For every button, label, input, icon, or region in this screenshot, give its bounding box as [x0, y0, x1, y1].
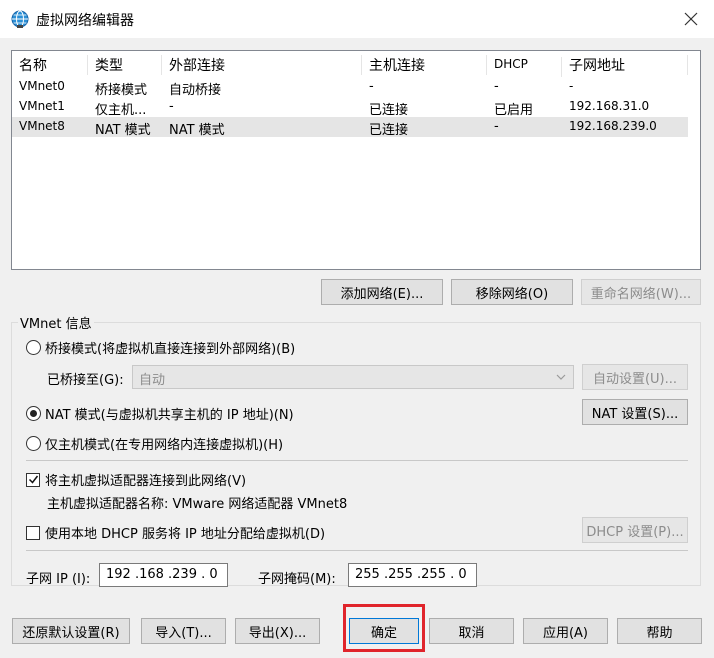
- adapter-name-text: 主机虚拟适配器名称: VMware 网络适配器 VMnet8: [47, 497, 348, 512]
- globe-network-icon: [10, 9, 30, 29]
- column-header-dhcp[interactable]: DHCP: [487, 57, 562, 77]
- cell-external: -: [169, 99, 174, 114]
- dhcp-label: 使用本地 DHCP 服务将 IP 地址分配给虚拟机(D): [45, 527, 326, 542]
- radio-indicator: [26, 436, 41, 451]
- radio-indicator: [26, 340, 41, 355]
- table-row-selected[interactable]: VMnet8 NAT 模式 NAT 模式 已连接 - 192.168.239.0: [12, 117, 688, 138]
- cell-name: VMnet0: [19, 79, 65, 93]
- subnet-mask-label: 子网掩码(M):: [258, 572, 336, 587]
- cell-name: VMnet1: [19, 99, 65, 113]
- host-only-radio[interactable]: 仅主机模式(在专用网络内连接虚拟机)(H): [26, 434, 283, 453]
- cell-name: VMnet8: [19, 119, 65, 133]
- bridged-mode-label: 桥接模式(将虚拟机直接连接到外部网络)(B): [45, 342, 296, 357]
- radio-indicator-selected: [26, 406, 41, 421]
- cell-dhcp: -: [494, 79, 499, 94]
- table-row[interactable]: VMnet0 桥接模式 自动桥接 - - -: [12, 77, 688, 98]
- subnet-mask-input[interactable]: 255 .255 .255 . 0: [348, 563, 477, 587]
- export-button[interactable]: 导出(X)...: [235, 618, 320, 644]
- nat-mode-radio[interactable]: NAT 模式(与虚拟机共享主机的 IP 地址)(N): [26, 404, 294, 423]
- rename-network-button[interactable]: 重命名网络(W)...: [581, 279, 701, 305]
- cell-subnet: 192.168.31.0: [569, 99, 650, 113]
- auto-settings-button[interactable]: 自动设置(U)...: [582, 364, 688, 390]
- column-header-host[interactable]: 主机连接: [362, 55, 487, 75]
- cell-host: -: [369, 79, 374, 94]
- help-button[interactable]: 帮助: [617, 618, 702, 644]
- connect-adapter-label: 将主机虚拟适配器连接到此网络(V): [45, 474, 247, 489]
- window-title: 虚拟网络编辑器: [36, 13, 134, 29]
- cell-host: 已连接: [369, 103, 409, 118]
- vmnet-info-label: VMnet 信息: [18, 313, 94, 332]
- column-header-name[interactable]: 名称: [12, 55, 88, 75]
- list-header: 名称 类型 外部连接 主机连接 DHCP 子网地址: [12, 51, 700, 77]
- connect-adapter-checkbox[interactable]: 将主机虚拟适配器连接到此网络(V): [26, 470, 246, 489]
- import-button[interactable]: 导入(T)...: [141, 618, 226, 644]
- bridged-to-label: 已桥接至(G):: [47, 373, 124, 388]
- bridged-to-value: 自动: [139, 373, 166, 388]
- cancel-button[interactable]: 取消: [429, 618, 514, 644]
- apply-button[interactable]: 应用(A): [523, 618, 608, 644]
- cell-type: 仅主机...: [95, 103, 147, 118]
- cell-dhcp: 已启用: [494, 103, 534, 118]
- cell-external: 自动桥接: [169, 83, 222, 98]
- vmnet-info-group: [11, 322, 701, 586]
- cell-type: NAT 模式: [95, 123, 151, 138]
- bridged-to-select[interactable]: 自动: [132, 365, 574, 389]
- remove-network-button[interactable]: 移除网络(O): [451, 279, 573, 305]
- cell-host: 已连接: [369, 123, 409, 138]
- table-row[interactable]: VMnet1 仅主机... - 已连接 已启用 192.168.31.0: [12, 97, 688, 118]
- subnet-ip-input[interactable]: 192 .168 .239 . 0: [99, 563, 228, 587]
- checkbox-indicator: [26, 525, 40, 540]
- network-list[interactable]: 名称 类型 外部连接 主机连接 DHCP 子网地址 VMnet0 桥接模式 自动…: [11, 50, 701, 270]
- restore-defaults-button[interactable]: 还原默认设置(R): [12, 618, 130, 644]
- checkbox-indicator: [26, 472, 40, 487]
- cell-subnet: 192.168.239.0: [569, 119, 657, 133]
- cell-external: NAT 模式: [169, 123, 225, 138]
- dhcp-settings-button[interactable]: DHCP 设置(P)...: [582, 517, 688, 543]
- ok-button-highlight: [343, 604, 425, 652]
- close-button[interactable]: [678, 6, 704, 32]
- subnet-ip-label: 子网 IP (I):: [26, 572, 91, 587]
- title-bar: 虚拟网络编辑器: [0, 0, 714, 38]
- nat-settings-button[interactable]: NAT 设置(S)...: [582, 399, 688, 425]
- bridged-mode-radio[interactable]: 桥接模式(将虚拟机直接连接到外部网络)(B): [26, 338, 295, 357]
- divider: [26, 460, 688, 461]
- column-header-type[interactable]: 类型: [88, 55, 162, 75]
- cell-type: 桥接模式: [95, 83, 148, 98]
- cell-subnet: -: [569, 79, 574, 93]
- column-header-external[interactable]: 外部连接: [162, 55, 362, 75]
- dhcp-checkbox[interactable]: 使用本地 DHCP 服务将 IP 地址分配给虚拟机(D): [26, 523, 325, 542]
- nat-mode-label: NAT 模式(与虚拟机共享主机的 IP 地址)(N): [45, 408, 294, 423]
- cell-dhcp: -: [494, 119, 499, 134]
- close-icon: [684, 12, 698, 26]
- column-header-subnet[interactable]: 子网地址: [562, 55, 688, 75]
- checkmark-icon: [28, 475, 38, 484]
- add-network-button[interactable]: 添加网络(E)...: [321, 279, 443, 305]
- host-only-label: 仅主机模式(在专用网络内连接虚拟机)(H): [45, 438, 284, 453]
- divider: [26, 550, 688, 551]
- chevron-down-icon: [555, 371, 567, 387]
